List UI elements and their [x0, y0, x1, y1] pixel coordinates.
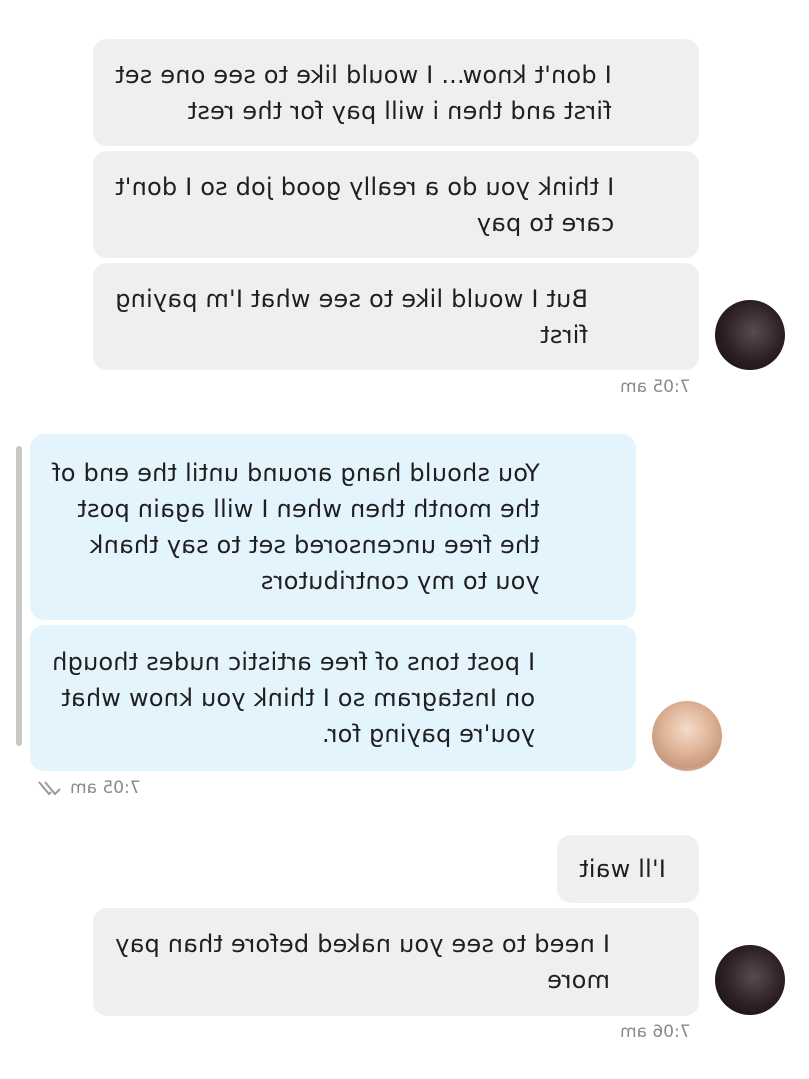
message-bubble[interactable]: I'll wait: [557, 835, 699, 903]
message-text: I'll wait: [579, 855, 666, 883]
timestamp: 7:06 am: [620, 1022, 691, 1042]
message-bubble[interactable]: You should hang around until the end of …: [30, 434, 636, 620]
avatar[interactable]: [715, 300, 785, 370]
message-text: I don't know... I would like to see one …: [115, 60, 612, 125]
scrollbar[interactable]: [16, 446, 22, 746]
avatar[interactable]: [715, 945, 785, 1015]
message-text: I post tons of free artistic nudes thoug…: [52, 648, 536, 748]
message-bubble[interactable]: I post tons of free artistic nudes thoug…: [30, 625, 636, 771]
timestamp: 7:05 am: [620, 377, 691, 397]
message-text: I think you do a really good job so I do…: [115, 172, 615, 237]
message-text: You should hang around until the end of …: [52, 459, 540, 595]
avatar[interactable]: [652, 701, 722, 771]
message-text: I need to see you naked before than pay …: [115, 930, 610, 994]
message-bubble[interactable]: But I would like to see what I'm paying …: [93, 263, 699, 370]
double-check-icon: [30, 778, 62, 798]
message-text: But I would like to see what I'm paying …: [115, 284, 588, 349]
message-bubble[interactable]: I need to see you naked before than pay …: [93, 908, 699, 1016]
message-bubble[interactable]: I don't know... I would like to see one …: [93, 39, 699, 146]
message-bubble[interactable]: I think you do a really good job so I do…: [93, 151, 699, 258]
timestamp: 7:05 am: [30, 778, 141, 798]
